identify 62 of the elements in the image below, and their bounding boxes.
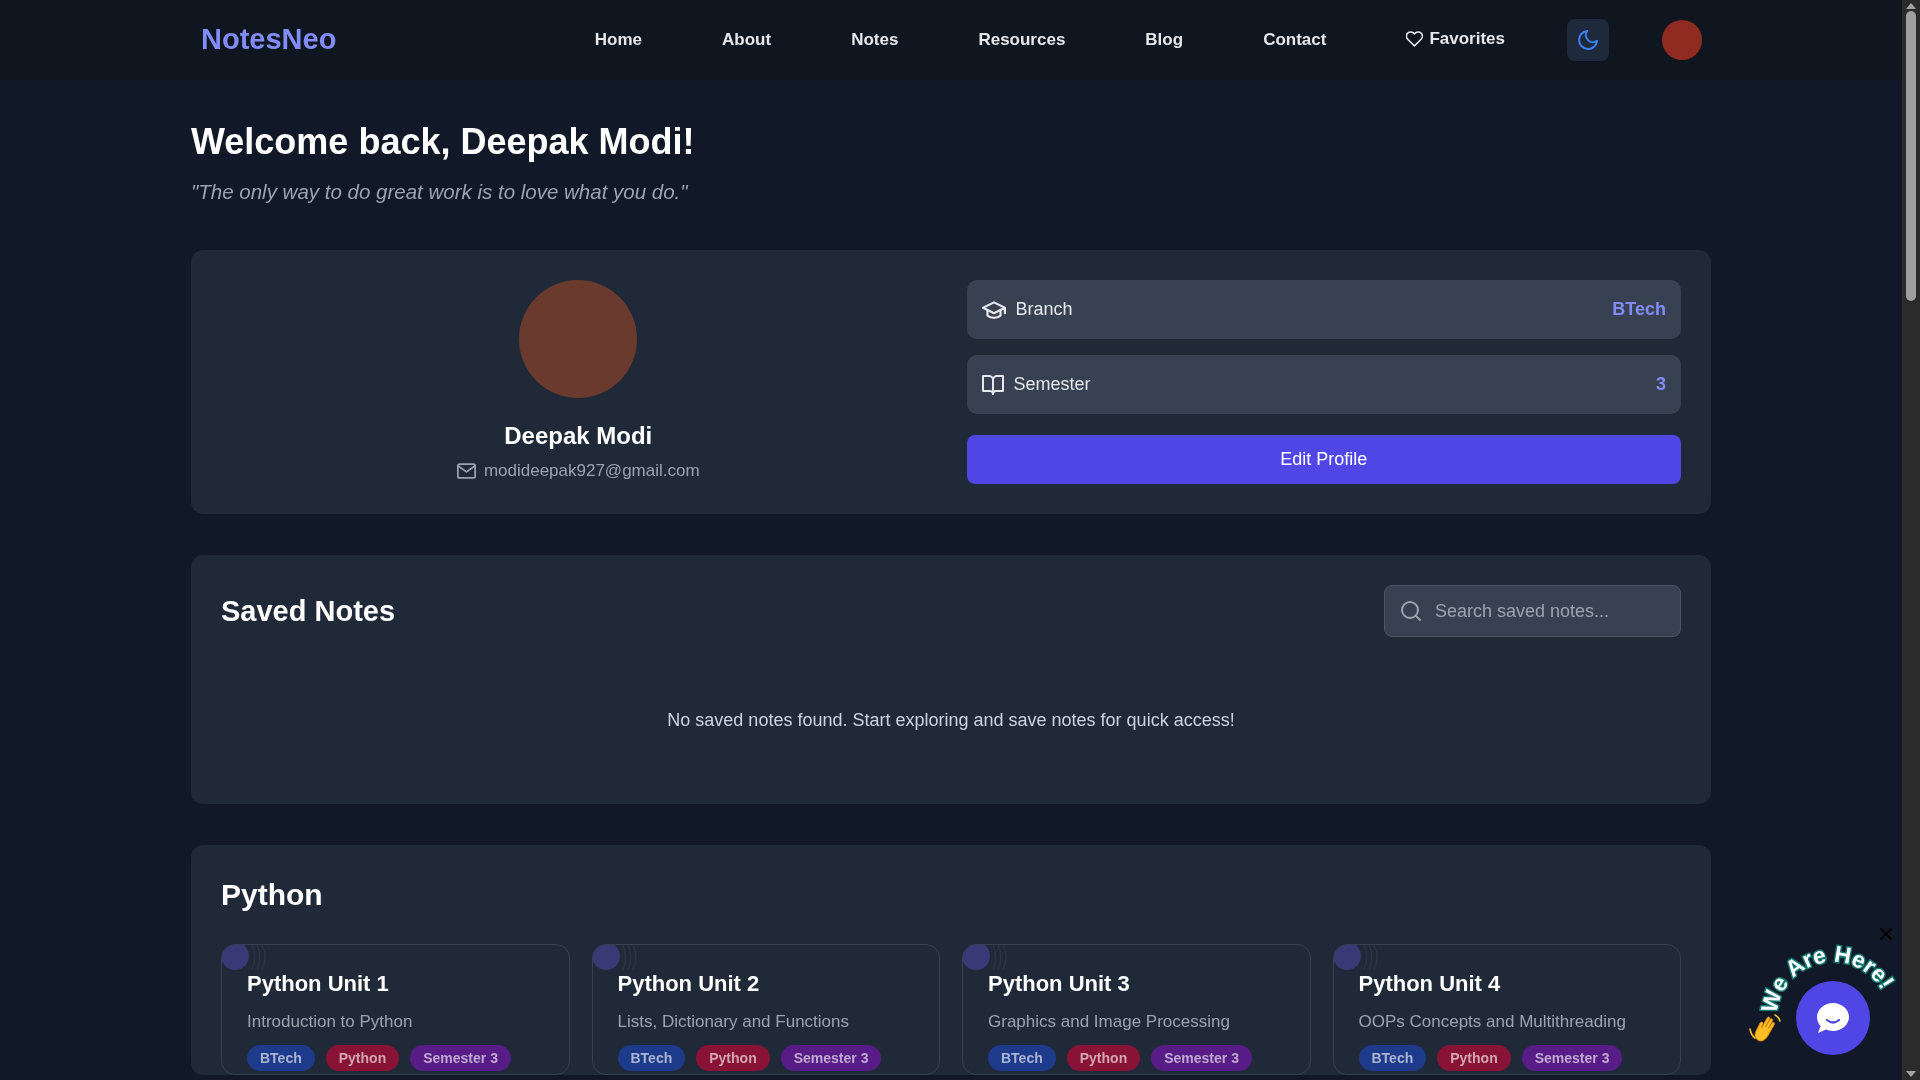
info-value: BTech xyxy=(1612,298,1666,322)
tag: Semester 3 xyxy=(1151,1044,1252,1071)
empty-state-message: No saved notes found. Start exploring and save notes for quick access! xyxy=(667,709,1235,733)
note-title: Python Unit 4 xyxy=(1358,970,1501,999)
note-title: Python Unit 3 xyxy=(988,970,1130,999)
tag: BTech xyxy=(617,1044,686,1071)
tag: Python xyxy=(1437,1044,1511,1071)
nav-link[interactable]: Notes xyxy=(851,27,899,53)
section-title: Saved Notes xyxy=(221,593,396,629)
scroll-down-icon[interactable] xyxy=(1906,1071,1916,1077)
welcome-heading: Welcome back, Deepak Modi! xyxy=(191,120,695,164)
envelope-icon xyxy=(456,463,476,480)
scroll-up-icon[interactable] xyxy=(1906,3,1916,9)
nav-link[interactable]: Home xyxy=(594,27,643,53)
info-value: 3 xyxy=(1656,373,1666,397)
nav-link[interactable]: About xyxy=(722,27,772,53)
graduation-cap-icon xyxy=(981,300,1006,319)
open-book-icon xyxy=(981,374,1004,395)
tag: Semester 3 xyxy=(780,1044,882,1071)
note-description: Lists, Dictionary and Functions xyxy=(617,1010,849,1033)
corner-decoration-icon xyxy=(1333,945,1379,971)
note-title: Python Unit 2 xyxy=(617,970,760,999)
tag: Python xyxy=(696,1044,770,1071)
theme-toggle-button[interactable] xyxy=(1567,19,1609,61)
tag: Python xyxy=(1066,1044,1141,1071)
note-description: OOPs Concepts and Multithreading xyxy=(1358,1010,1626,1033)
note-card[interactable]: Python Unit 4 OOPs Concepts and Multithreading BTech Python Semester 3 xyxy=(1332,944,1681,1075)
note-card[interactable]: Python Unit 2 Lists, Dictionary and Functions BTech Python Semester 3 xyxy=(591,944,940,1075)
profile-name: Deepak Modi xyxy=(504,421,653,452)
corner-decoration-icon xyxy=(963,945,1008,971)
profile-email: modideepak927@gmail.com xyxy=(483,460,700,483)
nav-link[interactable]: Favorites xyxy=(1406,26,1505,52)
note-description: Graphics and Image Processing xyxy=(988,1010,1230,1033)
note-description: Introduction to Python xyxy=(247,1010,413,1033)
moon-icon xyxy=(1578,30,1598,50)
quote-text: "The only way to do great work is to love what you do." xyxy=(191,179,688,206)
note-card[interactable]: Python Unit 1 Introduction to Python BTech Python Semester 3 xyxy=(221,944,570,1075)
tag: BTech xyxy=(1358,1044,1427,1071)
waving-hand-icon xyxy=(1748,1013,1782,1043)
info-label: Branch xyxy=(1015,298,1073,322)
tag: BTech xyxy=(988,1044,1056,1071)
chat-bubble-icon xyxy=(1816,1002,1850,1034)
corner-decoration-icon xyxy=(592,945,638,971)
tag: Python xyxy=(325,1044,400,1071)
info-label: Semester xyxy=(1013,373,1091,397)
tag: Semester 3 xyxy=(1521,1044,1623,1071)
nav-link[interactable]: Blog xyxy=(1145,27,1184,53)
note-card[interactable]: Python Unit 3 Graphics and Image Processing BTech Python Semester 3 xyxy=(962,944,1311,1075)
scrollbar[interactable] xyxy=(1902,0,1920,1080)
nav-link[interactable]: Contact xyxy=(1263,27,1327,53)
scrollbar-thumb[interactable] xyxy=(1906,11,1916,301)
tag: Semester 3 xyxy=(410,1044,511,1071)
note-title: Python Unit 1 xyxy=(247,970,389,999)
search-field[interactable]: Search saved notes... xyxy=(1384,585,1681,638)
edit-profile-button[interactable]: Edit Profile xyxy=(966,435,1681,485)
corner-decoration-icon xyxy=(222,945,267,971)
heart-icon xyxy=(1406,30,1424,47)
brand-logo-text[interactable]: NotesNeo xyxy=(201,18,337,62)
nav-link[interactable]: Resources xyxy=(978,27,1066,53)
search-icon xyxy=(1401,601,1421,622)
tag: BTech xyxy=(247,1044,315,1071)
section-title: Python xyxy=(221,877,323,914)
